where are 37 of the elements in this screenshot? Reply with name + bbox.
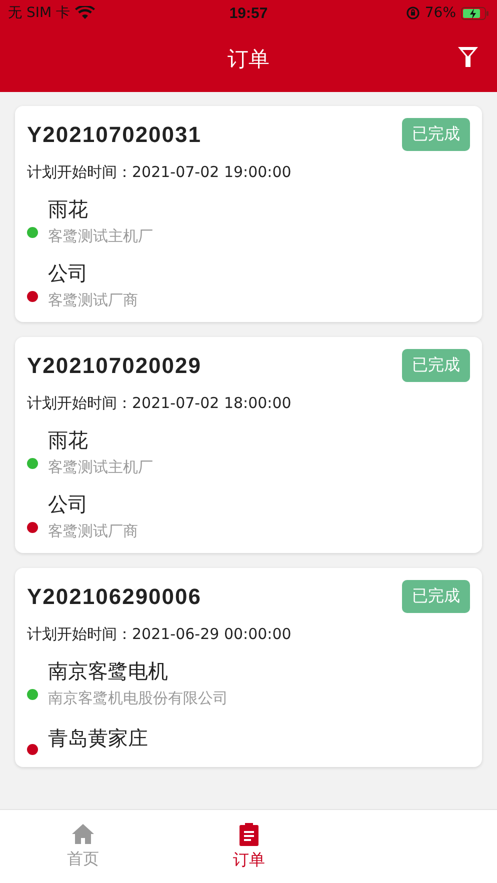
status-badge: 已完成	[402, 349, 470, 382]
start-time: 2021-07-02 19:00:00	[132, 163, 292, 181]
filter-icon[interactable]	[457, 46, 479, 68]
company-name: 客鹭测试厂商	[48, 522, 138, 541]
location-name: 雨花	[48, 196, 89, 223]
order-card[interactable]: Y202106290006 已完成 计划开始时间：2021-06-29 00:00:00 南京客鹭电机 南京客鹭机电股份有限公司 青岛黄家庄	[15, 568, 482, 767]
home-icon	[71, 823, 95, 845]
company-name: 客鹭测试厂商	[48, 291, 138, 310]
start-time: 2021-06-29 00:00:00	[132, 625, 292, 643]
page-title: 订单	[228, 46, 270, 73]
clock-text: 19:57	[229, 4, 268, 22]
tab-item[interactable]: 订单	[166, 810, 332, 883]
order-card[interactable]: Y202107020029 已完成 计划开始时间：2021-07-02 18:00:00 雨花 客鹭测试主机厂 公司 客鹭测试厂商	[15, 337, 482, 553]
order-number: Y202107020031	[27, 122, 202, 148]
clipboard-icon	[238, 822, 260, 846]
time-label: 计划开始时间：	[27, 163, 132, 181]
company-name: 南京客鹭机电股份有限公司	[48, 689, 228, 708]
location-name: 公司	[48, 260, 89, 287]
company-name: 客鹭测试主机厂	[48, 458, 153, 477]
order-card[interactable]: Y202107020031 已完成 计划开始时间：2021-07-02 19:00:00 雨花 客鹭测试主机厂 公司 客鹭测试厂商	[15, 106, 482, 322]
location-name: 青岛黄家庄	[48, 725, 148, 752]
order-number: Y202106290006	[27, 584, 202, 610]
status-badge: 已完成	[402, 118, 470, 151]
location-name: 雨花	[48, 427, 89, 454]
battery-text: 76%	[424, 5, 456, 21]
location-name: 公司	[48, 491, 89, 518]
company-name: 客鹭测试主机厂	[48, 227, 153, 246]
carrier-text: 无 SIM 卡	[8, 4, 70, 22]
order-number: Y202107020029	[27, 352, 202, 378]
status-badge: 已完成	[402, 580, 470, 613]
rotation-lock-icon	[406, 6, 420, 20]
time-label: 计划开始时间：	[27, 625, 132, 643]
time-label: 计划开始时间：	[27, 394, 132, 412]
start-time: 2021-07-02 18:00:00	[132, 394, 292, 412]
wifi-icon	[75, 6, 95, 20]
battery-icon	[461, 6, 489, 20]
location-name: 南京客鹭电机	[48, 658, 169, 685]
